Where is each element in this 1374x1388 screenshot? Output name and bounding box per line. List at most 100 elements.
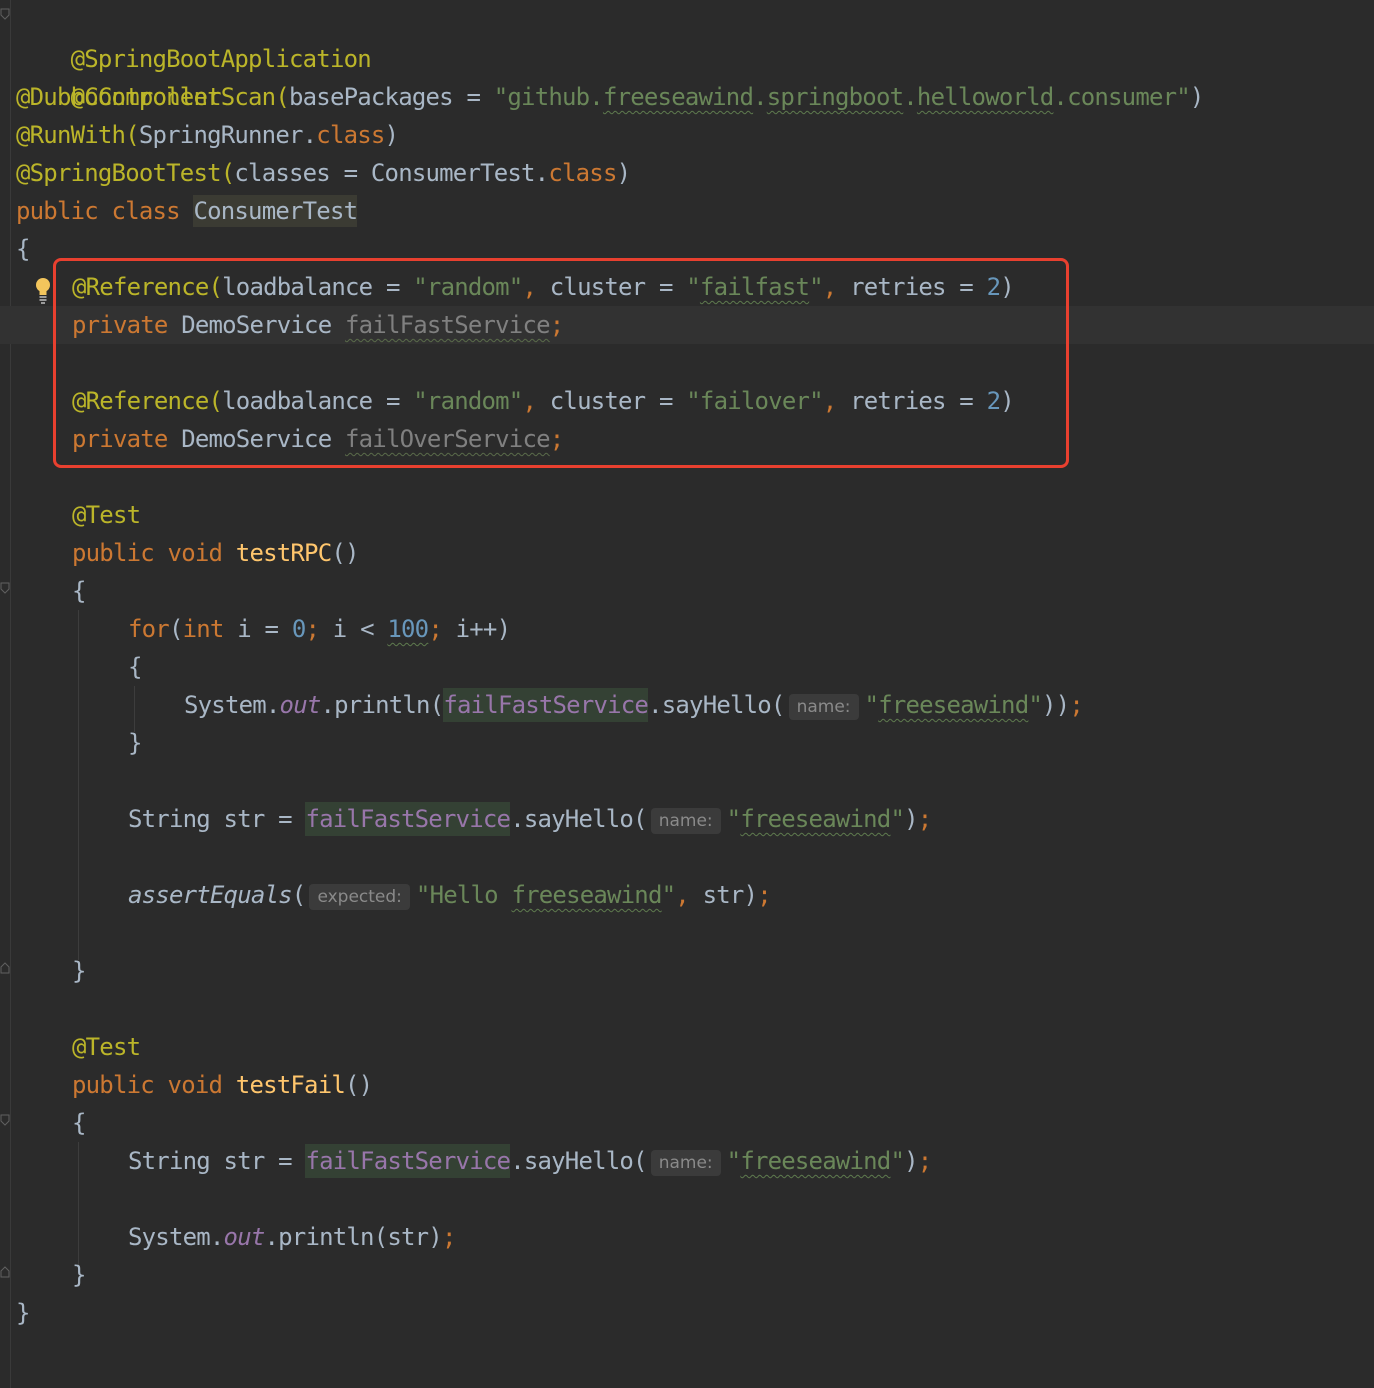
code-line[interactable]: { <box>72 1104 86 1142</box>
code-line[interactable]: String str = failFastService.sayHello(na… <box>128 1142 932 1180</box>
code-line[interactable]: @SpringBootTest(classes = ConsumerTest.c… <box>16 154 631 192</box>
method-name[interactable]: testRPC <box>236 539 332 567</box>
code-line[interactable]: assertEquals(expected: "Hello freeseawind… <box>128 876 772 914</box>
punctuation: ) <box>904 805 918 833</box>
fold-marker-icon[interactable] <box>0 962 10 974</box>
keyword: class <box>316 121 385 149</box>
annotation-param: classes <box>234 159 330 187</box>
field-usage[interactable]: failFastService <box>443 688 649 722</box>
brace: } <box>128 729 142 757</box>
code-line[interactable]: @Test <box>72 496 141 534</box>
static-field: out <box>223 1223 266 1251</box>
string-literal: " <box>890 805 905 833</box>
string-literal: freeseawind <box>878 691 1029 719</box>
punctuation: ; <box>917 805 932 833</box>
keyword: public class <box>16 197 194 225</box>
indent-guide <box>78 1142 79 1266</box>
code-line[interactable]: { <box>72 572 86 610</box>
method-call: .println( <box>320 691 445 719</box>
code-line[interactable]: { <box>128 648 142 686</box>
code-text: str) <box>688 881 758 909</box>
lightbulb-icon[interactable] <box>33 276 53 304</box>
annotation: @DubboComponentScan( <box>16 83 290 111</box>
punctuation: ; <box>428 615 442 643</box>
code-line[interactable]: String str = failFastService.sayHello(na… <box>128 800 932 838</box>
string-literal: " <box>661 881 676 909</box>
string-literal: .consumer" <box>1053 83 1190 111</box>
string-literal: springboot <box>766 83 904 111</box>
parameter-hint: name: <box>788 694 859 720</box>
keyword: public void <box>72 539 236 567</box>
class-ref: SpringRunner. <box>138 121 317 149</box>
indent-guide <box>78 610 79 960</box>
method-call: .sayHello( <box>648 691 785 719</box>
code-line[interactable]: } <box>128 724 142 762</box>
fold-marker-icon[interactable] <box>0 8 10 20</box>
operator: = <box>329 159 371 187</box>
code-line[interactable]: @SpringBootApplication <box>16 2 372 73</box>
string-literal: "Hello <box>415 881 512 909</box>
string-literal: " <box>726 805 741 833</box>
code-text: i++) <box>441 615 511 643</box>
brace: } <box>72 957 86 985</box>
number-literal: 100 <box>387 615 429 643</box>
annotation: @RunWith( <box>16 121 140 149</box>
highlight-box <box>53 258 1069 468</box>
string-literal: "github. <box>493 83 604 111</box>
punctuation: () <box>331 539 359 567</box>
fold-marker-icon[interactable] <box>0 1114 10 1126</box>
brace: { <box>72 1109 86 1137</box>
field-usage[interactable]: failFastService <box>305 1144 511 1178</box>
code-line[interactable]: } <box>72 952 86 990</box>
brace: { <box>128 653 142 681</box>
punctuation: ; <box>441 1223 456 1251</box>
punctuation: ; <box>305 615 320 643</box>
code-line[interactable]: @Test <box>72 1028 141 1066</box>
code-line[interactable]: { <box>16 230 30 268</box>
gutter-divider <box>10 0 11 1388</box>
punctuation: , <box>675 881 689 909</box>
annotation: @Test <box>72 1033 141 1061</box>
brace: { <box>72 577 86 605</box>
parameter-hint: name: <box>650 808 721 834</box>
punctuation: ( <box>291 881 306 909</box>
field-usage[interactable]: failFastService <box>305 802 511 836</box>
string-literal: freeseawind <box>740 805 891 833</box>
code-line[interactable]: public void testFail() <box>72 1066 373 1104</box>
punctuation: ) <box>384 121 399 149</box>
method-call: .sayHello( <box>510 805 647 833</box>
string-literal: " <box>726 1147 741 1175</box>
parameter-hint: name: <box>650 1150 721 1176</box>
brace: } <box>72 1261 86 1289</box>
string-literal: . <box>903 83 917 111</box>
code-line[interactable]: @DubboComponentScan(basePackages = "gith… <box>16 78 1204 116</box>
code-text: String str = <box>128 1147 306 1175</box>
static-field: out <box>279 691 322 719</box>
code-line[interactable]: public class ConsumerTest <box>16 192 358 230</box>
class-ref: ConsumerTest. <box>370 159 549 187</box>
class-name[interactable]: ConsumerTest <box>193 195 358 227</box>
punctuation: ) <box>904 1147 918 1175</box>
punctuation: )) <box>1042 691 1070 719</box>
code-line[interactable]: System.out.println(str); <box>128 1218 456 1256</box>
code-line[interactable]: for(int i = 0; i < 100; i++) <box>128 610 511 648</box>
code-line[interactable]: @Controller <box>16 40 222 111</box>
code-line[interactable]: System.out.println(failFastService.sayHe… <box>184 686 1084 724</box>
class-ref: System. <box>184 691 280 719</box>
keyword: public void <box>72 1071 236 1099</box>
method-name[interactable]: testFail <box>236 1071 346 1099</box>
string-literal: freeseawind <box>602 83 754 111</box>
code-line[interactable]: @RunWith(SpringRunner.class) <box>16 116 399 154</box>
code-text: String str = <box>128 805 306 833</box>
code-line[interactable]: } <box>16 1294 30 1332</box>
string-literal: " <box>890 1147 905 1175</box>
punctuation: ) <box>616 159 631 187</box>
fold-marker-icon[interactable] <box>0 1266 10 1278</box>
fold-marker-icon[interactable] <box>0 582 10 594</box>
punctuation: ; <box>757 881 771 909</box>
code-line[interactable]: } <box>72 1256 86 1294</box>
code-line[interactable]: public void testRPC() <box>72 534 359 572</box>
code-editor[interactable]: @SpringBootApplication @Controller @Dubb… <box>0 0 1374 1388</box>
keyword: int <box>182 615 225 643</box>
annotation-param: basePackages <box>289 83 454 111</box>
